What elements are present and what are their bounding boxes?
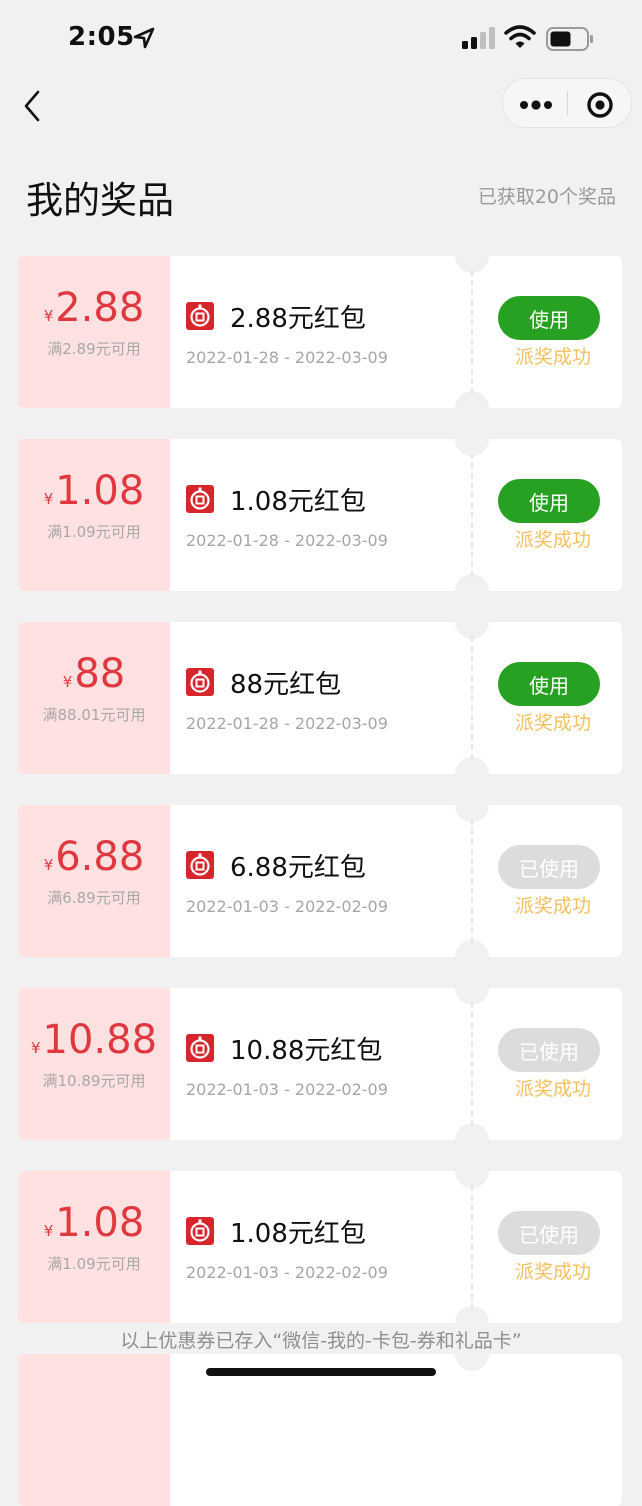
- award-status: 派奖成功: [514, 346, 591, 368]
- coupon-threshold: 满88.01元可用: [42, 706, 146, 724]
- coupon-validity: 2022-01-28 - 2022-03-09: [186, 531, 388, 550]
- ticket-perforation: [471, 270, 473, 394]
- coupon-title: 10.88元红包: [230, 1036, 383, 1066]
- back-chevron-icon[interactable]: [18, 86, 50, 126]
- coupon-amount-panel: ¥1.08 满1.09元可用: [18, 1171, 170, 1323]
- status-bar: 2:05: [0, 0, 642, 78]
- currency-symbol: ¥: [62, 673, 73, 691]
- ticket-notch-top: [455, 1354, 489, 1371]
- coupon-validity: 2022-01-28 - 2022-03-09: [186, 348, 388, 367]
- footer-note: 以上优惠券已存入“微信-我的-卡包-券和礼品卡”: [120, 1330, 522, 1352]
- coupon-amount: ¥88: [18, 650, 170, 706]
- coupon-amount: ¥10.88: [18, 1016, 170, 1072]
- coupon-info: 6.88元红包 2022-01-03 - 2022-02-09: [170, 805, 470, 957]
- coupon-info: 88元红包 2022-01-28 - 2022-03-09: [170, 622, 470, 774]
- coupon-info: 2.88元红包 2022-01-28 - 2022-03-09: [170, 256, 470, 408]
- prize-card[interactable]: ¥6.88 满6.89元可用 6.88元红包 2022-01-03 - 2022-02…: [18, 805, 622, 957]
- ticket-perforation: [471, 1002, 473, 1126]
- coupon-title: 1.08元红包: [230, 1219, 366, 1249]
- coupon-amount-panel: ¥6.88 满6.89元可用: [18, 805, 170, 957]
- prize-card-partial[interactable]: [18, 1354, 622, 1506]
- coupon-amount-panel: ¥88 满88.01元可用: [18, 622, 170, 774]
- coupon-info: 1.08元红包 2022-01-28 - 2022-03-09: [170, 439, 470, 591]
- coupon-amount: ¥6.88: [18, 833, 170, 889]
- ticket-perforation: [471, 819, 473, 943]
- coupon-amount-panel: ¥2.88 满2.89元可用: [18, 256, 170, 408]
- prize-card[interactable]: ¥88 满88.01元可用 88元红包 2022-01-28 - 2022-03-09…: [18, 622, 622, 774]
- ticket-perforation: [471, 1185, 473, 1309]
- prize-card[interactable]: ¥1.08 满1.09元可用 1.08元红包 2022-01-03 - 2022-02…: [18, 1171, 622, 1323]
- used-button[interactable]: 已使用: [498, 1211, 600, 1255]
- bank-logo-icon: [186, 1217, 214, 1245]
- home-indicator[interactable]: [206, 1368, 436, 1376]
- coupon-title: 2.88元红包: [230, 304, 366, 334]
- coupon-amount-panel: ¥1.08 满1.09元可用: [18, 439, 170, 591]
- coupon-validity: 2022-01-28 - 2022-03-09: [186, 714, 388, 733]
- coupon-threshold: 满2.89元可用: [47, 340, 141, 358]
- coupon-amount: ¥2.88: [18, 284, 170, 340]
- coupon-validity: 2022-01-03 - 2022-02-09: [186, 1263, 388, 1282]
- battery-icon: [546, 27, 593, 51]
- prize-card[interactable]: ¥2.88 满2.89元可用 2.88元红包 2022-01-28 - 2022-03…: [18, 256, 622, 408]
- coupon-threshold: 满1.09元可用: [47, 1255, 141, 1273]
- coupon-info: 1.08元红包 2022-01-03 - 2022-02-09: [170, 1171, 470, 1323]
- award-status: 派奖成功: [514, 1261, 591, 1283]
- currency-symbol: ¥: [43, 1222, 54, 1240]
- coupon-title: 88元红包: [230, 670, 342, 700]
- award-status: 派奖成功: [514, 1078, 591, 1100]
- currency-symbol: ¥: [43, 856, 54, 874]
- prize-card[interactable]: ¥10.88 满10.89元可用 10.88元红包 2022-01-03 - 2022…: [18, 988, 622, 1140]
- coupon-amount-value: 2.88: [55, 285, 145, 331]
- coupon-info: 10.88元红包 2022-01-03 - 2022-02-09: [170, 988, 470, 1140]
- coupon-title: 1.08元红包: [230, 487, 366, 517]
- coupon-threshold: 满1.09元可用: [47, 523, 141, 541]
- coupon-title: 6.88元红包: [230, 853, 366, 883]
- prize-card[interactable]: ¥1.08 满1.09元可用 1.08元红包 2022-01-28 - 2022-03…: [18, 439, 622, 591]
- coupon-amount-value: 10.88: [42, 1017, 158, 1063]
- currency-symbol: ¥: [43, 490, 54, 508]
- coupon-amount-value: 6.88: [55, 834, 145, 880]
- coupon-amount-value: 1.08: [55, 1200, 145, 1246]
- coupon-validity: 2022-01-03 - 2022-02-09: [186, 1080, 388, 1099]
- more-dots-icon[interactable]: [503, 79, 567, 127]
- coupon-amount: ¥1.08: [18, 467, 170, 523]
- coupon-amount-value: 1.08: [55, 468, 145, 514]
- use-button[interactable]: 使用: [498, 296, 600, 340]
- close-miniprogram-icon[interactable]: [568, 79, 631, 127]
- ticket-perforation: [471, 453, 473, 577]
- coupon-amount-panel: [18, 1354, 170, 1506]
- status-time: 2:05: [68, 22, 135, 52]
- bank-logo-icon: [186, 668, 214, 696]
- use-button[interactable]: 使用: [498, 479, 600, 523]
- page-title: 我的奖品: [26, 179, 174, 222]
- currency-symbol: ¥: [30, 1039, 41, 1057]
- currency-symbol: ¥: [43, 307, 54, 325]
- bank-logo-icon: [186, 485, 214, 513]
- prize-count: 已获取20个奖品: [477, 186, 616, 208]
- coupon-amount-value: 88: [74, 651, 126, 697]
- wifi-icon: [504, 25, 536, 48]
- coupon-threshold: 满6.89元可用: [47, 889, 141, 907]
- bank-logo-icon: [186, 1034, 214, 1062]
- use-button[interactable]: 使用: [498, 662, 600, 706]
- used-button[interactable]: 已使用: [498, 845, 600, 889]
- cellular-signal-icon: [462, 27, 495, 49]
- bank-logo-icon: [186, 302, 214, 330]
- miniprogram-capsule: [502, 78, 632, 128]
- coupon-validity: 2022-01-03 - 2022-02-09: [186, 897, 388, 916]
- bank-logo-icon: [186, 851, 214, 879]
- award-status: 派奖成功: [514, 712, 591, 734]
- navigation-bar: [0, 78, 642, 132]
- location-arrow-icon: [133, 27, 155, 49]
- coupon-amount: ¥1.08: [18, 1199, 170, 1255]
- award-status: 派奖成功: [514, 529, 591, 551]
- coupon-threshold: 满10.89元可用: [42, 1072, 146, 1090]
- used-button[interactable]: 已使用: [498, 1028, 600, 1072]
- ticket-perforation: [471, 636, 473, 760]
- coupon-amount-panel: ¥10.88 满10.89元可用: [18, 988, 170, 1140]
- award-status: 派奖成功: [514, 895, 591, 917]
